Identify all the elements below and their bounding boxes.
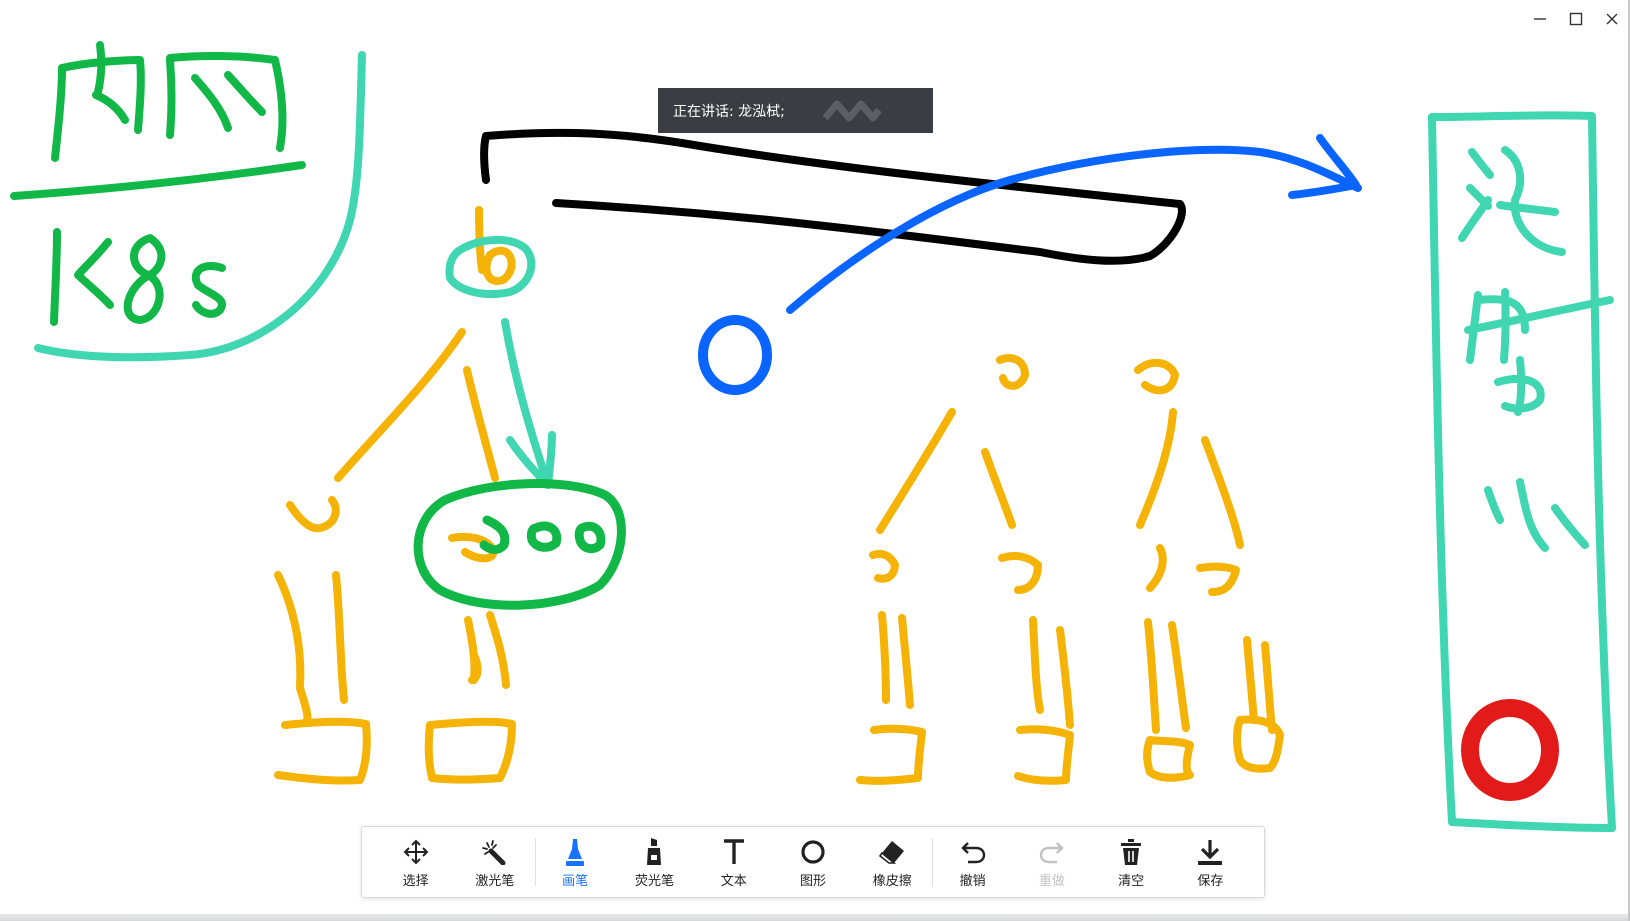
blue-arrow — [786, 134, 1362, 314]
undo-icon — [960, 841, 985, 863]
tool-laser[interactable]: 激光笔 — [455, 832, 534, 892]
eraser-icon — [879, 840, 905, 864]
circle-shape-icon — [801, 839, 825, 864]
tool-label-highlighter: 荧光笔 — [634, 873, 674, 889]
tool-eraser[interactable]: 橡皮擦 — [853, 832, 932, 892]
trash-icon — [1121, 838, 1142, 865]
red-node — [1461, 699, 1559, 801]
tool-shape[interactable]: 图形 — [773, 832, 852, 892]
tool-clear[interactable]: 清空 — [1092, 832, 1171, 892]
tool-label-redo: 重做 — [1038, 873, 1065, 889]
speaker-banner: 正在讲话: 龙泓栻; — [658, 88, 933, 133]
laser-wand-icon — [482, 839, 506, 865]
blue-node — [698, 315, 772, 395]
tool-label-clear: 清空 — [1118, 873, 1145, 889]
tool-select[interactable]: 选择 — [376, 832, 455, 892]
move-arrows-icon — [403, 839, 429, 864]
minimize-button[interactable] — [1522, 8, 1558, 30]
whiteboard-canvas[interactable] — [0, 0, 1630, 921]
speaker-text: 正在讲话: 龙泓栻; — [673, 103, 785, 120]
black-connector — [480, 128, 1186, 265]
tool-save[interactable]: 保存 — [1171, 832, 1250, 892]
tool-undo[interactable]: 撤销 — [933, 832, 1012, 892]
text-icon — [723, 838, 744, 864]
window-controls — [1522, 8, 1630, 30]
handwriting-k8s — [50, 228, 226, 326]
close-button[interactable] — [1594, 8, 1630, 30]
close-icon — [1606, 13, 1618, 25]
right-trees — [856, 354, 1284, 785]
tool-highlighter[interactable]: 荧光笔 — [615, 832, 694, 892]
tool-label-text: 文本 — [720, 873, 747, 889]
tool-label-shape: 图形 — [800, 873, 827, 889]
pen-icon — [566, 838, 585, 866]
tool-label-pen: 画笔 — [562, 873, 589, 889]
maximize-button[interactable] — [1558, 8, 1594, 30]
tool-text[interactable]: 文本 — [694, 832, 773, 892]
tool-label-save: 保存 — [1197, 873, 1224, 889]
tool-label-select: 选择 — [402, 873, 429, 889]
tool-label-laser: 激光笔 — [475, 873, 515, 889]
redo-icon — [1039, 841, 1064, 863]
tool-label-eraser: 橡皮擦 — [872, 873, 912, 889]
tool-pen[interactable]: 画笔 — [536, 832, 615, 892]
download-icon — [1198, 839, 1223, 865]
tool-label-undo: 撤销 — [959, 873, 986, 889]
taskbar-strip — [0, 914, 1630, 921]
maximize-icon — [1569, 12, 1583, 26]
green-300-oval — [413, 479, 626, 610]
audio-wave-icon — [823, 100, 882, 122]
handwriting-registry — [1458, 146, 1614, 552]
highlighter-icon — [647, 837, 662, 865]
tool-redo[interactable]: 重做 — [1012, 832, 1091, 892]
minimize-icon — [1534, 18, 1546, 20]
whiteboard-toolbar: 选择 激光笔 画笔 荧光笔 文本 图形 橡皮擦 撤销 重做 清空 保存 — [361, 826, 1265, 898]
handwriting-intranet — [10, 41, 306, 200]
